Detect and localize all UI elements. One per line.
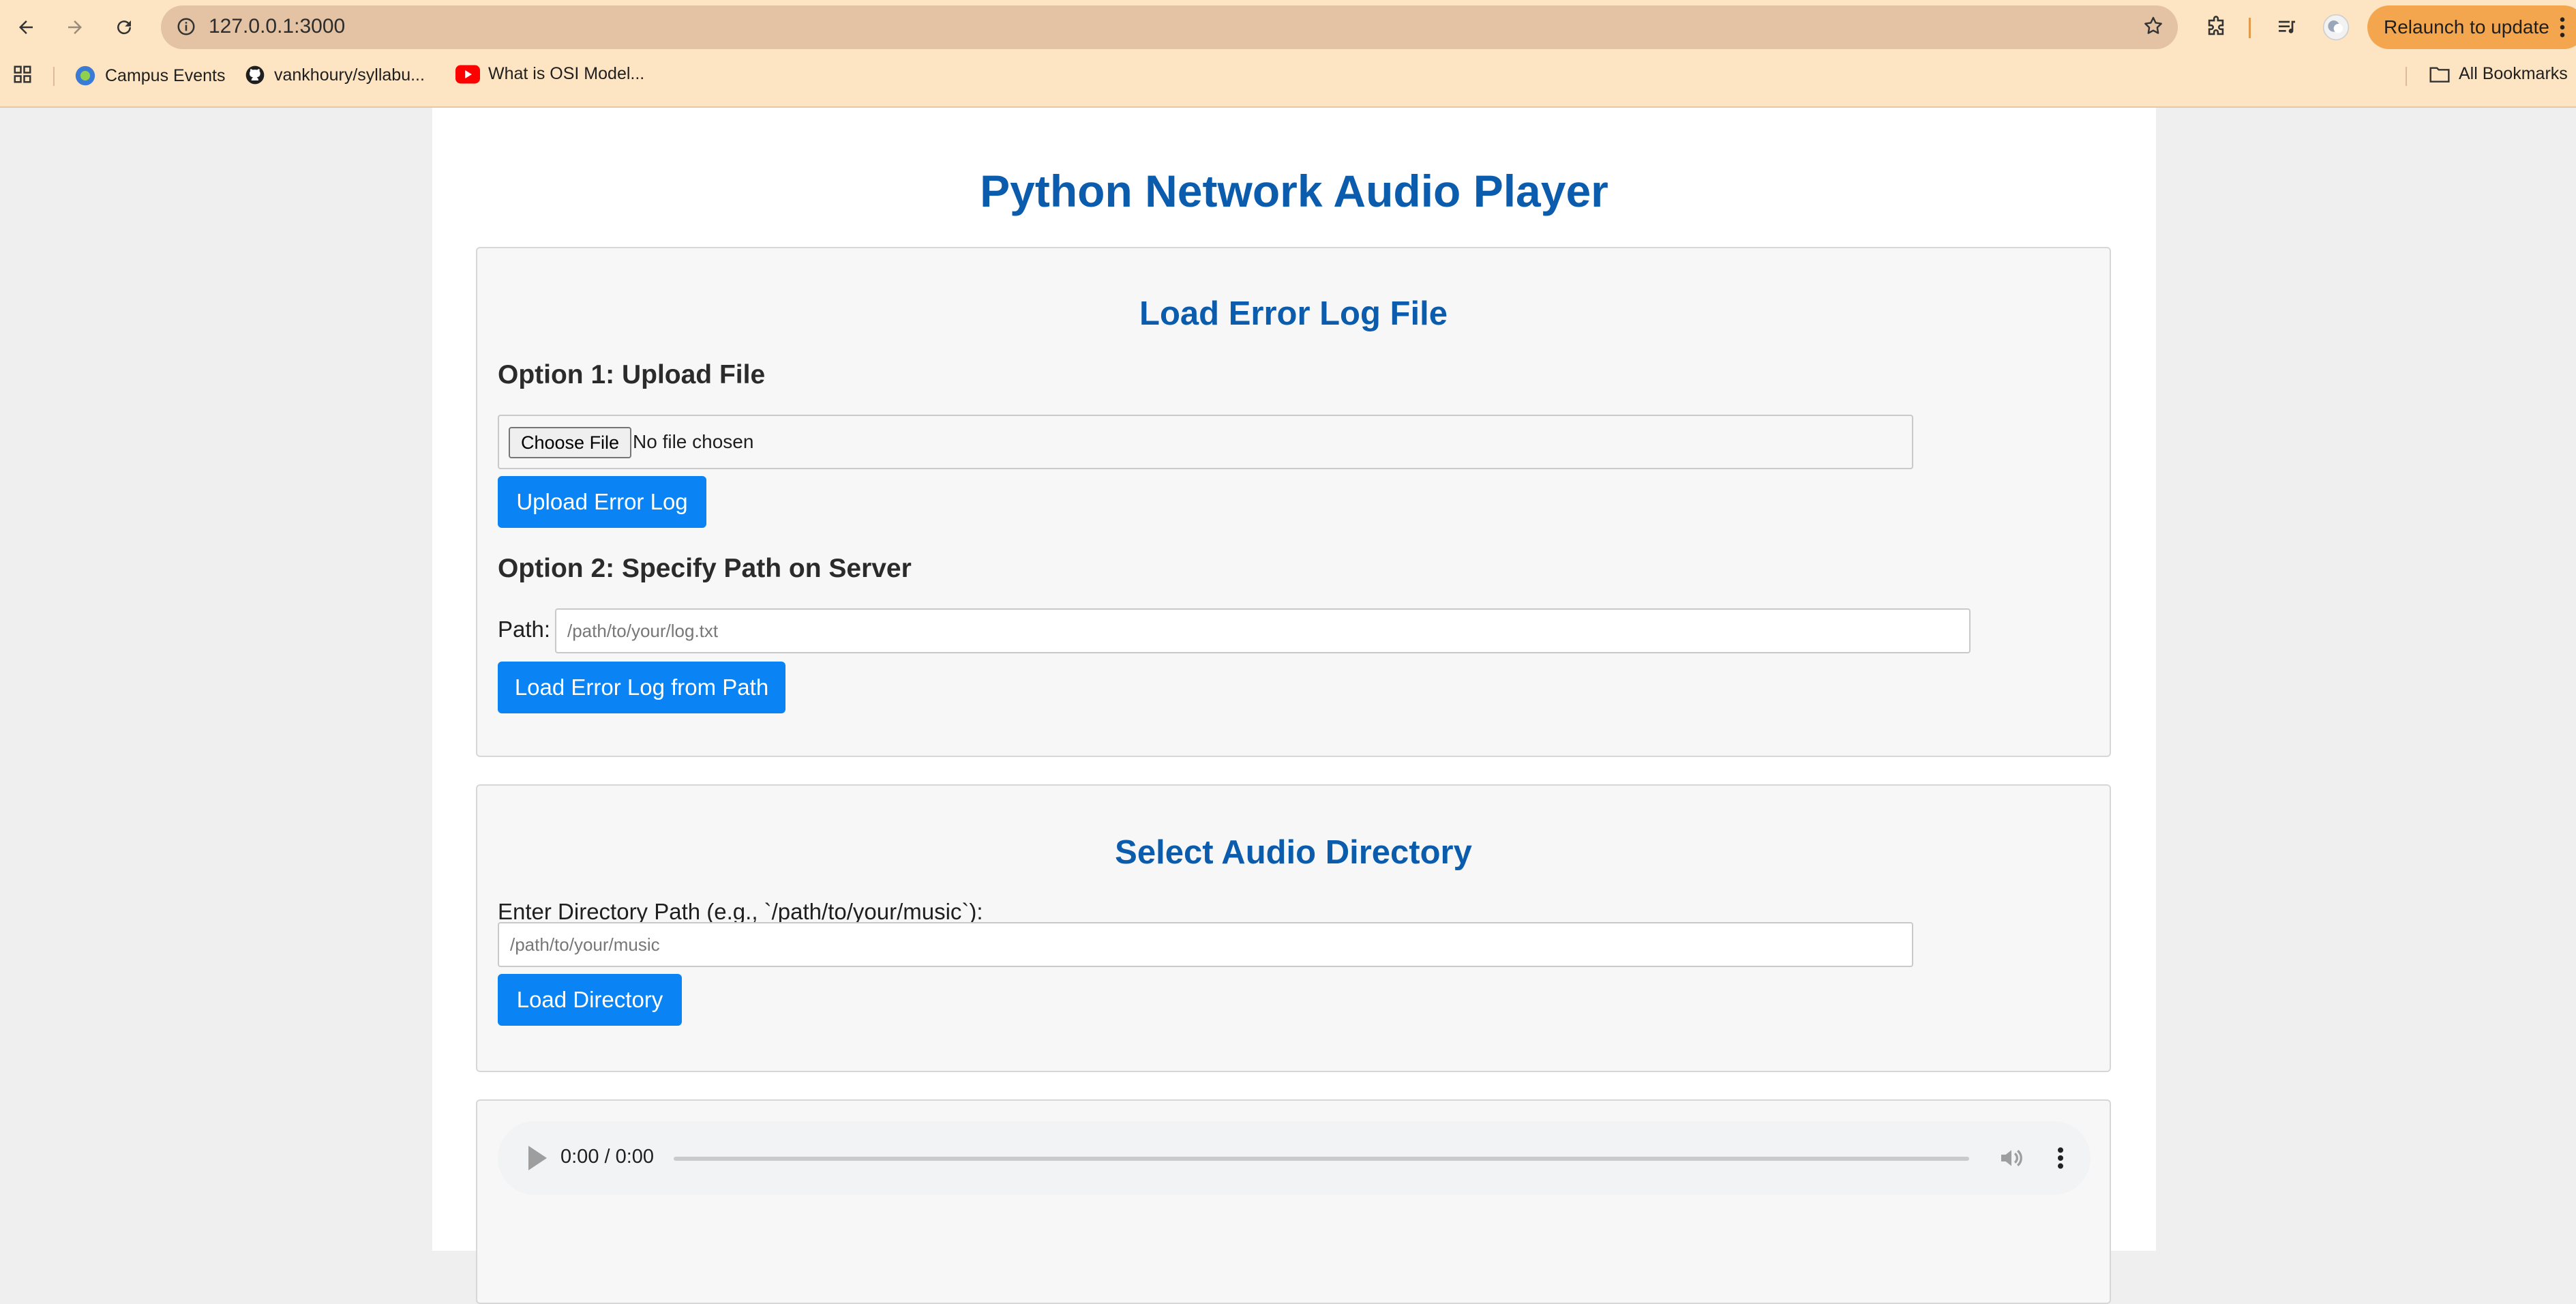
page-container: Python Network Audio Player Load Error L… [432, 108, 2156, 1304]
bookmarks-divider [53, 67, 55, 86]
reload-icon [117, 20, 132, 35]
url-text: 127.0.0.1:3000 [209, 15, 346, 38]
audio-time: 0:00 / 0:00 [560, 1146, 655, 1168]
folder-icon [2429, 66, 2450, 83]
more-vert-icon [2560, 17, 2565, 38]
audio-player: 0:00 / 0:00 [498, 1121, 2091, 1195]
campus-events-favicon [75, 65, 95, 86]
forward-arrow-icon [68, 20, 82, 34]
media-controls-button[interactable] [2269, 10, 2305, 45]
bookmark-label: Campus Events [105, 65, 226, 85]
site-info-icon[interactable] [176, 16, 196, 40]
audio-directory-heading: Select Audio Directory [1115, 834, 1472, 871]
avatar-icon [2322, 14, 2350, 41]
log-path-input[interactable]: /path/to/your/log.txt [555, 608, 1971, 653]
all-bookmarks-button[interactable]: All Bookmarks [2429, 64, 2568, 84]
bookmark-campus-events[interactable]: Campus Events [74, 64, 225, 87]
directory-prompt-label: Enter Directory Path (e.g., `/path/to/yo… [498, 899, 983, 924]
load-directory-button[interactable]: Load Directory [498, 974, 682, 1026]
bookmarks-divider [2406, 67, 2407, 86]
browser-toolbar: 127.0.0.1:3000 Relaunch to update Campus… [0, 0, 2576, 108]
forward-button[interactable] [57, 10, 93, 45]
choose-file-button[interactable]: Choose File [509, 427, 632, 458]
path-label: Path: [498, 617, 551, 642]
option1-heading: Option 1: Upload File [498, 360, 766, 389]
load-error-log-path-button[interactable]: Load Error Log from Path [498, 662, 785, 713]
playlist-icon [2279, 20, 2295, 33]
all-bookmarks-label: All Bookmarks [2459, 64, 2568, 83]
youtube-icon [455, 65, 480, 83]
no-file-text: No file chosen [633, 431, 754, 452]
upload-error-log-button[interactable]: Upload Error Log [498, 476, 706, 528]
bookmark-label: vankhoury/syllabu... [274, 65, 425, 85]
relaunch-label: Relaunch to update [2384, 16, 2549, 38]
github-icon [245, 65, 265, 85]
bookmarks-bar: Campus Events vankhoury/syllabu... What … [0, 57, 2576, 95]
error-log-panel: Load Error Log File Option 1: Upload Fil… [476, 247, 2111, 757]
audio-progress-bar[interactable] [674, 1157, 1969, 1161]
error-log-heading: Load Error Log File [1139, 295, 1448, 332]
relaunch-button[interactable]: Relaunch to update [2367, 5, 2576, 49]
player-panel: 0:00 / 0:00 [476, 1099, 2111, 1304]
apps-button[interactable] [12, 64, 41, 85]
bookmark-vankhoury-syllabus[interactable]: vankhoury/syllabu... [244, 64, 425, 86]
apps-grid-icon [14, 65, 31, 83]
extensions-button[interactable] [2198, 10, 2234, 45]
option2-heading: Option 2: Specify Path on Server [498, 554, 912, 583]
bookmark-osi-model[interactable]: What is OSI Model... [455, 64, 644, 84]
more-options-icon[interactable] [2055, 1144, 2066, 1175]
toolbar-divider [2249, 18, 2251, 38]
file-input[interactable]: Choose File No file chosen [498, 415, 1913, 469]
profile-avatar[interactable] [2318, 10, 2354, 45]
play-icon[interactable] [526, 1146, 547, 1174]
page-title: Python Network Audio Player [980, 166, 1608, 216]
puzzle-icon [2208, 16, 2224, 35]
reload-button[interactable] [106, 10, 142, 45]
volume-icon[interactable] [1998, 1144, 2025, 1175]
back-arrow-icon [19, 20, 33, 34]
bookmark-label: What is OSI Model... [488, 64, 645, 83]
bookmark-star-icon[interactable] [2142, 15, 2164, 40]
address-bar[interactable]: 127.0.0.1:3000 [161, 5, 2178, 49]
audio-directory-panel: Select Audio Directory Enter Directory P… [476, 784, 2111, 1072]
directory-path-input[interactable]: /path/to/your/music [498, 922, 1913, 967]
back-button[interactable] [8, 10, 44, 45]
